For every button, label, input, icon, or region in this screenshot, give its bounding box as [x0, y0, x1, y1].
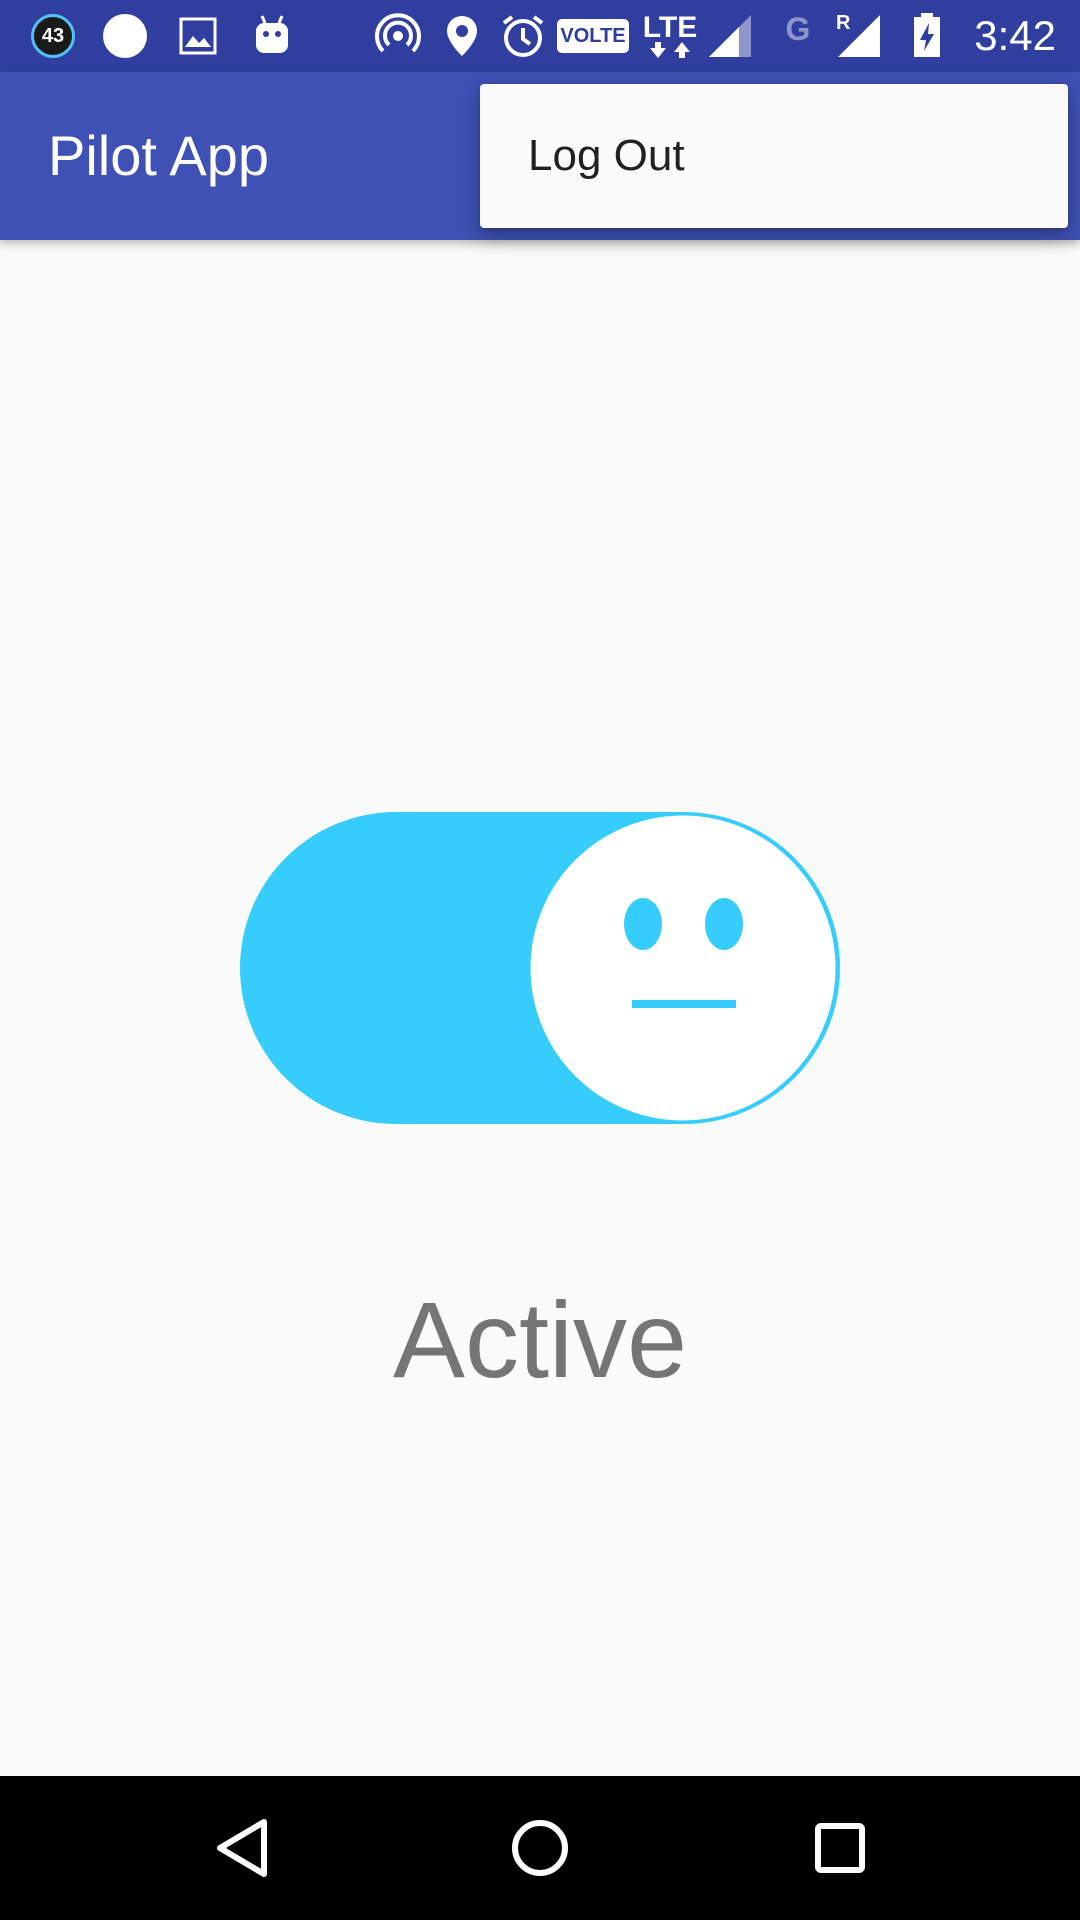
signal-icon	[706, 14, 754, 58]
status-label: Active	[392, 1279, 688, 1400]
roaming-label: R	[836, 12, 851, 34]
toggle-thumb	[527, 812, 839, 1124]
notification-count-icon: 43	[31, 14, 75, 58]
notification-count: 43	[41, 24, 65, 47]
app-title: Pilot App	[48, 124, 270, 187]
circle-icon	[101, 14, 149, 58]
screen: 43 VOLTE LTE G R 3:42 Pilot App Log Out …	[0, 0, 1080, 1920]
lte-label: LTE	[642, 11, 698, 44]
alarm-icon	[500, 14, 546, 58]
status-toggle[interactable]	[240, 812, 840, 1124]
back-icon[interactable]	[152, 1776, 332, 1920]
secondary-network-label: G	[785, 11, 811, 47]
logout-menu-item[interactable]: Log Out	[480, 84, 1068, 228]
secondary-network-icon: G	[776, 11, 820, 58]
hotspot-icon	[374, 13, 422, 58]
status-clock: 3:42	[974, 12, 1056, 59]
navigation-bar	[0, 1776, 1080, 1920]
recents-icon[interactable]	[750, 1776, 930, 1920]
lte-icon: LTE	[640, 11, 700, 58]
image-icon	[176, 14, 220, 58]
battery-charging-icon	[910, 13, 944, 58]
volte-label: VOLTE	[560, 24, 626, 47]
location-icon	[442, 14, 482, 58]
overflow-menu: Log Out	[480, 84, 1068, 228]
status-bar: 43 VOLTE LTE G R 3:42	[0, 0, 1080, 72]
volte-icon: VOLTE	[556, 14, 630, 58]
android-icon	[250, 14, 294, 58]
roaming-signal-icon: R	[834, 12, 884, 58]
home-icon[interactable]	[450, 1776, 630, 1920]
